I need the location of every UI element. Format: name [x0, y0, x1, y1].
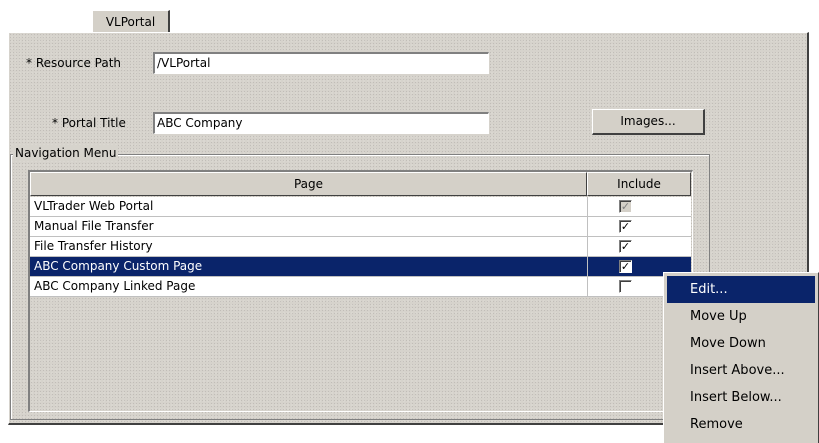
page-name-cell: ABC Company Linked Page	[34, 279, 196, 293]
checkmark-icon: ✓	[620, 260, 631, 273]
table-row[interactable]: ABC Company Custom Page ✓	[30, 257, 691, 277]
table-row[interactable]: VLTrader Web Portal ✓	[30, 197, 691, 217]
navigation-menu-label: Navigation Menu	[13, 145, 119, 161]
portal-title-label: * Portal Title	[52, 116, 126, 130]
page-name-cell: VLTrader Web Portal	[34, 199, 154, 213]
table-row[interactable]: ABC Company Linked Page	[30, 277, 691, 297]
menu-item-remove[interactable]: Remove	[664, 411, 818, 438]
menu-item-insert-above[interactable]: Insert Above...	[664, 357, 818, 384]
menu-item-edit[interactable]: Edit...	[667, 276, 815, 303]
table-row[interactable]: File Transfer History ✓	[30, 237, 691, 257]
column-divider	[587, 277, 588, 296]
portal-title-field[interactable]: ABC Company	[153, 112, 489, 134]
include-checkbox[interactable]: ✓	[619, 260, 632, 273]
images-button[interactable]: Images...	[592, 109, 705, 135]
checkmark-icon: ✓	[620, 200, 631, 213]
include-checkbox[interactable]: ✓	[619, 240, 632, 253]
column-divider	[587, 257, 588, 276]
menu-item-move-down[interactable]: Move Down	[664, 330, 818, 357]
column-header-page[interactable]: Page	[30, 172, 587, 196]
tab-vlportal[interactable]: VLPortal	[92, 10, 170, 33]
navigation-table: Page Include VLTrader Web Portal ✓ Manual …	[28, 170, 693, 412]
page-name-cell: File Transfer History	[34, 239, 153, 253]
column-divider	[587, 197, 588, 216]
page-name-cell: ABC Company Custom Page	[34, 259, 203, 273]
table-row[interactable]: Manual File Transfer ✓	[30, 217, 691, 237]
resource-path-field[interactable]: /VLPortal	[153, 52, 489, 74]
checkmark-icon: ✓	[620, 220, 631, 233]
menu-item-insert-below[interactable]: Insert Below...	[664, 384, 818, 411]
include-checkbox: ✓	[619, 200, 632, 213]
include-checkbox[interactable]: ✓	[619, 220, 632, 233]
context-menu: Edit... Move Up Move Down Insert Above... In…	[663, 272, 819, 443]
column-divider	[587, 237, 588, 256]
column-divider	[587, 217, 588, 236]
menu-item-move-up[interactable]: Move Up	[664, 303, 818, 330]
column-header-include[interactable]: Include	[587, 172, 691, 196]
page-name-cell: Manual File Transfer	[34, 219, 154, 233]
include-checkbox[interactable]	[619, 280, 632, 293]
checkmark-icon: ✓	[620, 240, 631, 253]
resource-path-label: * Resource Path	[26, 56, 122, 70]
